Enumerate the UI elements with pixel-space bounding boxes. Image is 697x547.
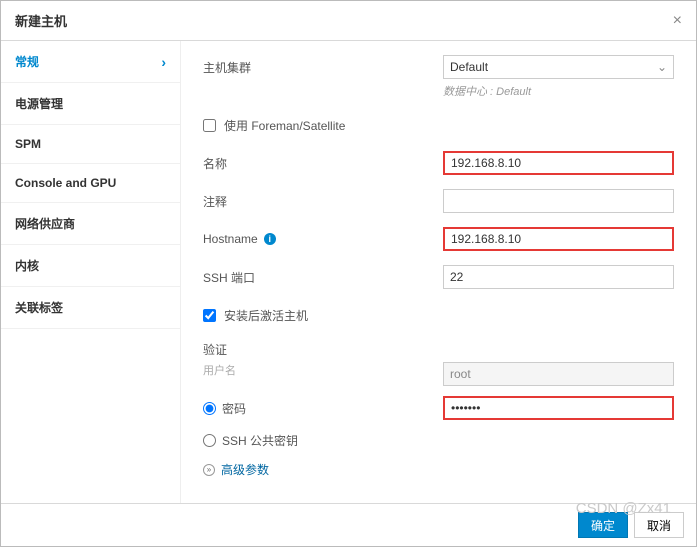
chevron-down-icon: ⌄ [657,60,667,74]
sshport-input[interactable] [443,265,674,289]
row-activate: 安装后激活主机 [203,303,674,327]
foreman-checkbox-input[interactable] [203,119,216,132]
sidebar: 常规 › 电源管理 SPM Console and GPU 网络供应商 内核 关… [1,41,181,503]
datacenter-hint: 数据中心 : Default [443,86,531,98]
activate-checkbox-input[interactable] [203,309,216,322]
sidebar-item-label: 关联标签 [15,299,63,316]
password-input[interactable] [443,396,674,420]
sidebar-item-label: 网络供应商 [15,215,75,232]
row-sshport: SSH 端口 [203,265,674,289]
row-name: 名称 [203,151,674,175]
close-icon[interactable]: × [673,12,682,30]
foreman-label: 使用 Foreman/Satellite [224,117,345,134]
row-password: 密码 [203,396,674,420]
sshkey-radio-input[interactable] [203,434,216,447]
ok-button[interactable]: 确定 [578,512,628,538]
advanced-label: 高级参数 [221,461,269,478]
cancel-button[interactable]: 取消 [634,512,684,538]
row-comment: 注释 [203,189,674,213]
username-input [443,362,674,386]
sidebar-item-label: 内核 [15,257,39,274]
auth-section-title: 验证 [203,341,674,358]
row-foreman: 使用 Foreman/Satellite [203,113,674,137]
sshport-label: SSH 端口 [203,269,443,286]
dialog-title: 新建主机 [15,11,67,30]
cluster-label: 主机集群 [203,59,443,76]
sidebar-item-power[interactable]: 电源管理 [1,83,180,125]
info-icon[interactable]: i [264,233,276,245]
new-host-dialog: 新建主机 × 常规 › 电源管理 SPM Console and GPU 网络供… [0,0,697,547]
activate-label: 安装后激活主机 [224,307,308,324]
sshkey-option-label: SSH 公共密钥 [222,432,298,449]
dialog-footer: 确定 取消 [1,503,696,546]
sidebar-item-label: 常规 [15,53,39,70]
form-panel: 主机集群 Default ⌄ 数据中心 : Default 使用 Foreman… [181,41,696,503]
foreman-checkbox[interactable]: 使用 Foreman/Satellite [203,117,345,134]
password-option-label: 密码 [222,400,246,417]
sshkey-radio[interactable]: SSH 公共密钥 [203,432,443,449]
comment-label: 注释 [203,193,443,210]
row-hostname: Hostname i [203,227,674,251]
titlebar: 新建主机 × [1,1,696,41]
chevron-right-icon: › [161,54,166,70]
sidebar-item-spm[interactable]: SPM [1,125,180,164]
expand-icon: » [203,464,215,476]
name-input[interactable] [443,151,674,175]
sidebar-item-kernel[interactable]: 内核 [1,245,180,287]
cluster-select[interactable]: Default ⌄ [443,55,674,79]
sidebar-item-console-gpu[interactable]: Console and GPU [1,164,180,203]
advanced-toggle[interactable]: » 高级参数 [203,461,674,478]
sidebar-item-labels[interactable]: 关联标签 [1,287,180,329]
username-sublabel: 用户名 [203,362,674,386]
sidebar-item-label: SPM [15,137,41,151]
sidebar-item-general[interactable]: 常规 › [1,41,180,83]
sidebar-item-label: Console and GPU [15,176,116,190]
sidebar-item-network[interactable]: 网络供应商 [1,203,180,245]
password-radio-input[interactable] [203,402,216,415]
row-cluster: 主机集群 Default ⌄ [203,55,674,79]
dialog-body: 常规 › 电源管理 SPM Console and GPU 网络供应商 内核 关… [1,41,696,503]
cluster-value: Default [450,60,488,74]
sidebar-item-label: 电源管理 [15,95,63,112]
hostname-input[interactable] [443,227,674,251]
comment-input[interactable] [443,189,674,213]
hostname-label: Hostname i [203,232,443,246]
name-label: 名称 [203,155,443,172]
password-radio[interactable]: 密码 [203,400,443,417]
activate-checkbox[interactable]: 安装后激活主机 [203,307,308,324]
row-sshkey: SSH 公共密钥 [203,432,674,449]
